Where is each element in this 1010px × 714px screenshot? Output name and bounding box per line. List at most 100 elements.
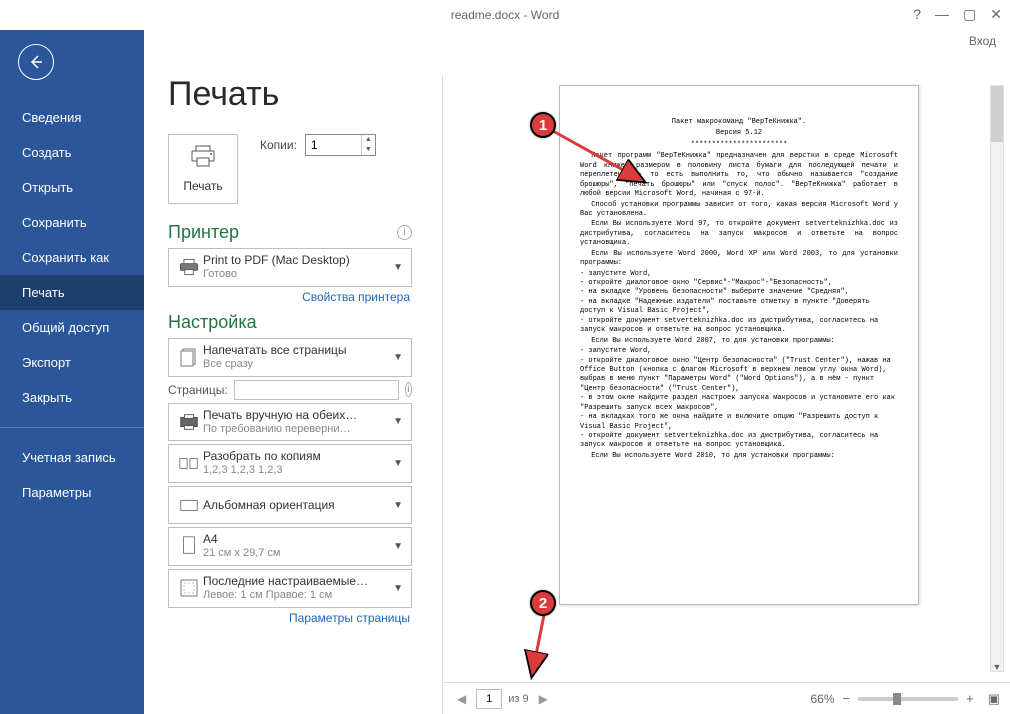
window-title: readme.docx - Word	[451, 8, 560, 22]
page-title: Печать	[168, 75, 412, 114]
printer-status: Готово	[203, 268, 391, 282]
duplex-title: Печать вручную на обеих…	[203, 408, 391, 423]
printer-name: Print to PDF (Mac Desktop)	[203, 253, 391, 268]
collate-icon	[175, 453, 203, 475]
page-number-input[interactable]	[476, 689, 502, 709]
paper-icon	[175, 535, 203, 557]
copies-label: Копии:	[260, 138, 297, 152]
doc-li: - на вкладке "Надежные издатели" поставь…	[580, 298, 898, 317]
scroll-thumb[interactable]	[991, 86, 1003, 142]
minimize-icon[interactable]: —	[935, 6, 949, 23]
papersize-dropdown[interactable]: A4 21 см x 29,7 см ▼	[168, 527, 412, 566]
sidebar-item-save[interactable]: Сохранить	[0, 205, 144, 240]
doc-para: Пакет программ "ВерТеКнижка" предназначе…	[580, 152, 898, 199]
back-button[interactable]	[18, 44, 54, 80]
doc-title: Пакет макрокоманд "ВерТеКнижка".	[580, 118, 898, 127]
doc-li: - на вкладках того же окна найдите и вкл…	[580, 413, 898, 432]
print-button[interactable]: Печать	[168, 134, 238, 204]
pages-input[interactable]	[234, 380, 399, 400]
copies-down-icon[interactable]: ▼	[362, 145, 375, 155]
title-bar: readme.docx - Word ? — ▢ ✕ Вход	[0, 0, 1010, 30]
margins-title: Последние настраиваемые…	[203, 574, 391, 589]
info-icon[interactable]: i	[405, 382, 412, 397]
sidebar-item-account[interactable]: Учетная запись	[0, 440, 144, 475]
sidebar-item-open[interactable]: Открыть	[0, 170, 144, 205]
page-preview: Пакет макрокоманд "ВерТеКнижка". Версия …	[559, 85, 919, 605]
close-icon[interactable]: ✕	[990, 6, 1002, 23]
copies-up-icon[interactable]: ▲	[362, 135, 375, 145]
doc-li: - запустите Word,	[580, 347, 898, 356]
sidebar-item-info[interactable]: Сведения	[0, 100, 144, 135]
paper-title: A4	[203, 532, 391, 547]
annotation-badge-2: 2	[530, 590, 556, 616]
pages-scope-dropdown[interactable]: Напечатать все страницы Все сразу ▼	[168, 338, 412, 377]
doc-li: - на вкладке "Уровень безопасности" выбе…	[580, 288, 898, 297]
doc-para: Если Вы используете Word 2000, Word XP и…	[580, 250, 898, 269]
chevron-down-icon: ▼	[391, 458, 405, 469]
help-icon[interactable]: ?	[913, 6, 921, 23]
sidebar-item-options[interactable]: Параметры	[0, 475, 144, 510]
preview-footer: ◀ из 9 ▶ 66% − + ▣	[443, 682, 1010, 714]
printer-device-icon	[175, 256, 203, 278]
scroll-down-icon[interactable]: ▼	[991, 662, 1003, 672]
chevron-down-icon: ▼	[391, 541, 405, 552]
orientation-title: Альбомная ориентация	[203, 498, 391, 513]
zoom-out-button[interactable]: −	[843, 691, 851, 706]
chevron-down-icon: ▼	[391, 583, 405, 594]
doc-para: Если Вы используете Word 97, то откройте…	[580, 220, 898, 248]
pages-all-icon	[175, 346, 203, 368]
doc-para: Если Вы используете Word 2007, то для ус…	[580, 337, 898, 346]
fit-page-button[interactable]: ▣	[988, 691, 1000, 707]
margins-icon	[175, 577, 203, 599]
zoom-in-button[interactable]: +	[966, 691, 974, 706]
zoom-slider[interactable]	[858, 697, 958, 701]
sidebar-item-share[interactable]: Общий доступ	[0, 310, 144, 345]
info-icon[interactable]: i	[397, 225, 412, 240]
pages-scope-sub: Все сразу	[203, 358, 391, 372]
sidebar-item-new[interactable]: Создать	[0, 135, 144, 170]
doc-li: - откройте диалоговое окно "Центр безопа…	[580, 357, 898, 395]
margins-sub: Левое: 1 см Правое: 1 см	[203, 589, 391, 603]
annotation-badge-1: 1	[530, 112, 556, 138]
duplex-dropdown[interactable]: Печать вручную на обеих… По требованию п…	[168, 403, 412, 442]
prev-page-button[interactable]: ◀	[453, 692, 470, 706]
settings-section-title: Настройка	[168, 312, 257, 333]
orientation-icon	[175, 494, 203, 516]
sidebar-item-close[interactable]: Закрыть	[0, 380, 144, 415]
backstage-sidebar: Сведения Создать Открыть Сохранить Сохра…	[0, 30, 144, 714]
page-of-label: из 9	[508, 693, 528, 705]
duplex-sub: По требованию переверни…	[203, 423, 391, 437]
login-link[interactable]: Вход	[969, 34, 996, 48]
maximize-icon[interactable]: ▢	[963, 6, 976, 23]
preview-scrollbar[interactable]: ▲ ▼	[990, 85, 1004, 672]
margins-dropdown[interactable]: Последние настраиваемые… Левое: 1 см Пра…	[168, 569, 412, 608]
doc-li: - откройте документ setverteknizhka.doc …	[580, 317, 898, 336]
next-page-button[interactable]: ▶	[535, 692, 552, 706]
sidebar-item-print[interactable]: Печать	[0, 275, 144, 310]
print-settings-panel: Печать Печать Копии: ▲ ▼	[144, 75, 424, 714]
zoom-knob[interactable]	[893, 693, 901, 705]
sidebar-item-saveas[interactable]: Сохранить как	[0, 240, 144, 275]
pages-label: Страницы:	[168, 383, 228, 397]
zoom-level: 66%	[810, 692, 834, 706]
doc-para: Если Вы используете Word 2010, то для ус…	[580, 452, 898, 461]
pages-scope-title: Напечатать все страницы	[203, 343, 391, 358]
printer-properties-link[interactable]: Свойства принтера	[168, 290, 410, 304]
copies-spinner[interactable]: ▲ ▼	[305, 134, 376, 156]
collate-dropdown[interactable]: Разобрать по копиям 1,2,3 1,2,3 1,2,3 ▼	[168, 444, 412, 483]
printer-dropdown[interactable]: Print to PDF (Mac Desktop) Готово ▼	[168, 248, 412, 287]
print-preview-panel: Пакет макрокоманд "ВерТеКнижка". Версия …	[442, 75, 1010, 714]
doc-version: Версия 5.12	[580, 129, 898, 138]
page-setup-link[interactable]: Параметры страницы	[168, 611, 410, 625]
sidebar-item-export[interactable]: Экспорт	[0, 345, 144, 380]
chevron-down-icon: ▼	[391, 500, 405, 511]
printer-section-title: Принтер	[168, 222, 239, 243]
duplex-icon	[175, 411, 203, 433]
orientation-dropdown[interactable]: Альбомная ориентация ▼	[168, 486, 412, 524]
copies-input[interactable]	[306, 135, 361, 155]
chevron-down-icon: ▼	[391, 262, 405, 273]
collate-title: Разобрать по копиям	[203, 449, 391, 464]
sidebar-divider	[0, 427, 144, 428]
doc-li: - запустите Word,	[580, 270, 898, 279]
doc-li: - в этом окне найдите раздел настроек за…	[580, 394, 898, 413]
